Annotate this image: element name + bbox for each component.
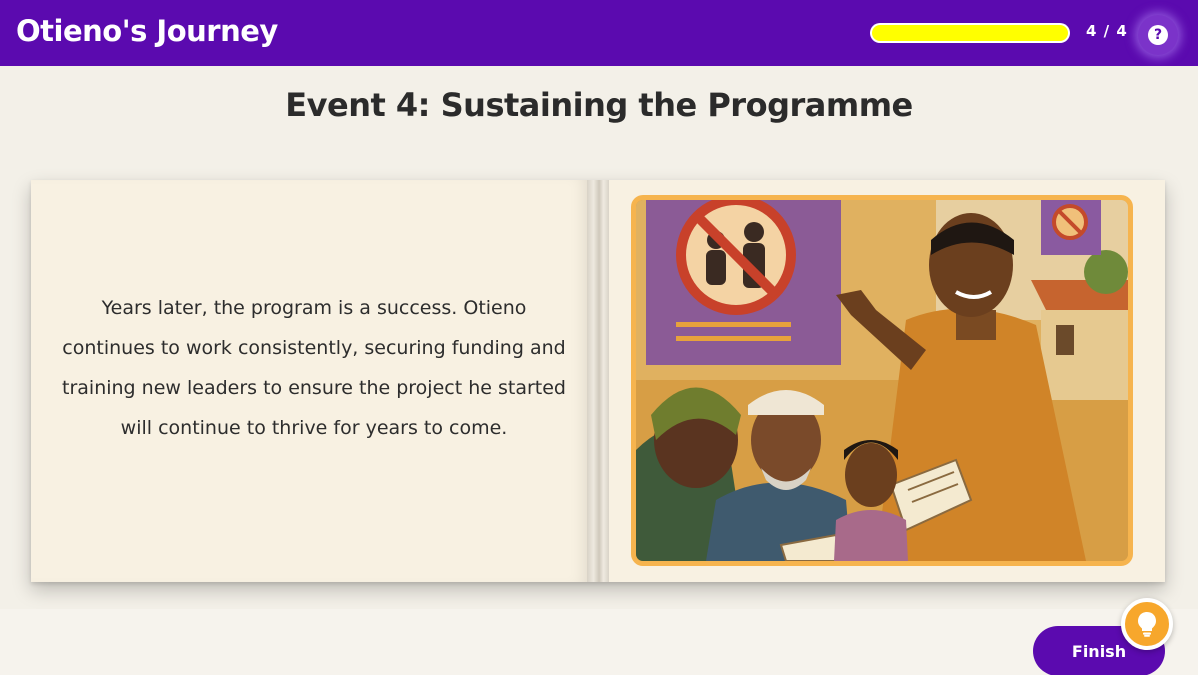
progress-bar — [870, 23, 1070, 43]
community-leader-presenting-illustration — [631, 195, 1133, 566]
lightbulb-icon — [1138, 612, 1156, 637]
app-title: Otieno's Journey — [16, 14, 278, 48]
hint-button[interactable] — [1121, 598, 1173, 650]
book-left-page: Years later, the program is a success. O… — [31, 180, 587, 582]
question-circle-icon: ? — [1148, 25, 1168, 45]
bottom-bar — [0, 609, 1198, 675]
top-bar: Otieno's Journey 4 / 4 ? — [0, 0, 1198, 66]
story-book: Years later, the program is a success. O… — [31, 180, 1165, 582]
help-button[interactable]: ? — [1138, 15, 1178, 55]
book-right-page — [609, 180, 1165, 582]
progress-bar-fill — [872, 25, 1068, 41]
story-text: Years later, the program is a success. O… — [62, 297, 566, 439]
book-spine — [587, 180, 609, 582]
event-title: Event 4: Sustaining the Programme — [285, 86, 913, 124]
progress-counter: 4 / 4 — [1086, 22, 1128, 40]
